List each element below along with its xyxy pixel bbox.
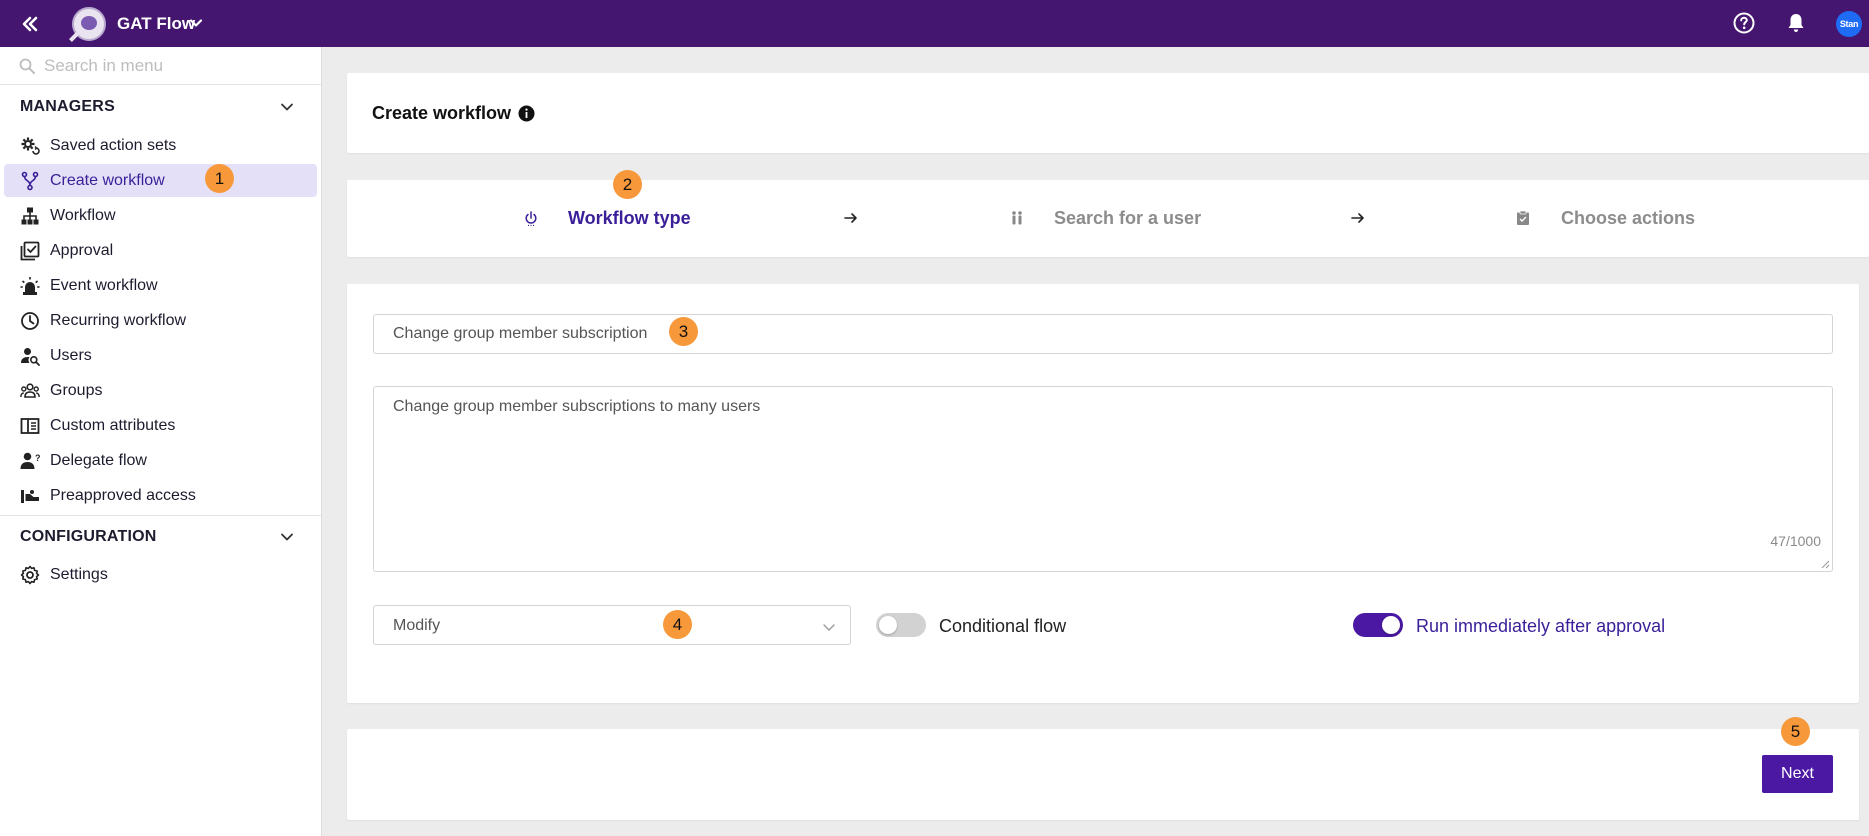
app-title[interactable]: GAT Flow	[117, 14, 195, 34]
char-counter: 47/1000	[1770, 533, 1821, 549]
sidebar-item-custom-attributes[interactable]: Custom attributes	[4, 409, 317, 442]
people-icon	[1012, 211, 1022, 225]
sidebar-item-saved-action-sets[interactable]: Saved action sets	[4, 129, 317, 162]
section-header-managers[interactable]: MANAGERS	[0, 92, 321, 122]
power-icon	[525, 211, 537, 226]
sidebar-item-label: Custom attributes	[50, 417, 176, 434]
help-icon[interactable]	[1732, 11, 1756, 35]
sidebar-item-label: Delegate flow	[50, 452, 147, 469]
bell-icon[interactable]	[1784, 11, 1808, 35]
chevron-down-icon	[823, 624, 835, 631]
user-question-icon: ?	[20, 452, 40, 469]
step-search-for-user[interactable]: Search for a user	[887, 180, 1307, 257]
sidebar-item-recurring-workflow[interactable]: Recurring workflow	[4, 304, 317, 337]
search-icon	[19, 58, 35, 74]
sidebar-item-label: Event workflow	[50, 277, 158, 294]
avatar[interactable]: Stan	[1836, 11, 1862, 37]
step-label: Choose actions	[1561, 208, 1696, 228]
sidebar-divider	[0, 515, 321, 516]
arrow-right-icon	[844, 213, 857, 223]
section-header-configuration[interactable]: CONFIGURATION	[0, 522, 321, 552]
annotation-badge: 2	[613, 170, 642, 199]
approval-checklist-icon	[20, 241, 40, 261]
clock-icon	[21, 312, 39, 330]
groups-icon	[20, 383, 40, 398]
sidebar-item-label: Create workflow	[50, 172, 165, 189]
sidebar-item-create-workflow[interactable]: Create workflow	[4, 164, 317, 197]
toggle-knob	[879, 616, 897, 634]
workflow-name-input[interactable]	[373, 314, 1833, 354]
step-workflow-type[interactable]: Workflow type	[347, 180, 797, 257]
toggle-knob	[1382, 616, 1400, 634]
annotation-badge: 5	[1781, 717, 1810, 746]
sidebar-item-label: Workflow	[50, 207, 116, 224]
step-label: Search for a user	[1054, 208, 1202, 228]
conditional-flow-label: Conditional flow	[939, 616, 1067, 636]
sidebar-item-label: Users	[50, 347, 92, 364]
clipboard-icon	[1517, 210, 1529, 225]
step-label: Workflow type	[568, 208, 691, 228]
sidebar-item-approval[interactable]: Approval	[4, 234, 317, 267]
user-search-icon	[21, 348, 40, 366]
chevron-down-icon[interactable]	[278, 98, 296, 116]
top-bar: GAT Flow Stan	[0, 0, 1869, 47]
workflow-type-select[interactable]: Modify	[373, 605, 851, 645]
hierarchy-icon	[21, 207, 39, 225]
sidebar-item-event-workflow[interactable]: Event workflow	[4, 269, 317, 302]
workflow-form-card: 3 Change group member subscriptions to m…	[347, 284, 1859, 703]
run-immediately-label: Run immediately after approval	[1416, 616, 1666, 636]
actions-card: Next 5	[347, 717, 1859, 820]
annotation-badge: 4	[663, 610, 692, 639]
sidebar-item-label: Settings	[50, 566, 108, 583]
menu-search	[0, 47, 321, 85]
sidebar-item-label: Recurring workflow	[50, 312, 187, 329]
preapproved-icon	[21, 490, 39, 503]
gear-sync-icon	[21, 137, 40, 155]
book-icon	[20, 418, 40, 434]
chevron-down-icon[interactable]	[278, 528, 296, 546]
sidebar-item-preapproved-access[interactable]: Preapproved access	[4, 479, 317, 512]
annotation-badge: 1	[205, 164, 234, 193]
sidebar-item-users[interactable]: Users	[4, 339, 317, 372]
search-input[interactable]	[44, 54, 304, 78]
sidebar-item-delegate-flow[interactable]: ? Delegate flow	[4, 444, 317, 477]
annotation-badge: 3	[669, 317, 698, 346]
section-title: CONFIGURATION	[20, 528, 157, 545]
workflow-description-textarea[interactable]: Change group member subscriptions to man…	[373, 386, 1833, 572]
sidebar-item-label: Groups	[50, 382, 103, 399]
step-choose-actions[interactable]: Choose actions	[1397, 180, 1817, 257]
sidebar-item-label: Approval	[50, 242, 114, 259]
conditional-flow-toggle[interactable]	[876, 613, 926, 637]
sidebar-item-label: Saved action sets	[50, 137, 177, 154]
section-title: MANAGERS	[20, 98, 115, 115]
page-header-card: Create workflow	[347, 73, 1869, 153]
sidebar: MANAGERS Saved action sets Create workfl…	[0, 47, 322, 836]
gear-icon	[20, 565, 40, 585]
sidebar-item-settings[interactable]: Settings	[4, 558, 317, 591]
resize-grip-icon[interactable]	[1820, 559, 1830, 569]
next-button[interactable]: Next	[1762, 755, 1833, 793]
alarm-light-icon	[20, 277, 40, 295]
sidebar-item-groups[interactable]: Groups	[4, 374, 317, 407]
run-immediately-toggle[interactable]	[1353, 613, 1403, 637]
description-text: Change group member subscriptions to man…	[393, 398, 761, 415]
svg-text:?: ?	[35, 453, 40, 463]
page-title: Create workflow	[372, 103, 512, 123]
fork-icon	[21, 171, 39, 191]
stepper-card: Workflow type Search for a user Choose a…	[347, 170, 1869, 257]
info-icon[interactable]	[518, 105, 535, 122]
chevron-down-icon[interactable]	[188, 15, 204, 31]
arrow-right-icon	[1351, 213, 1364, 223]
sidebar-item-label: Preapproved access	[50, 487, 196, 504]
select-value: Modify	[393, 617, 441, 634]
collapse-sidebar-icon[interactable]	[18, 12, 42, 36]
sidebar-item-workflow[interactable]: Workflow	[4, 199, 317, 232]
